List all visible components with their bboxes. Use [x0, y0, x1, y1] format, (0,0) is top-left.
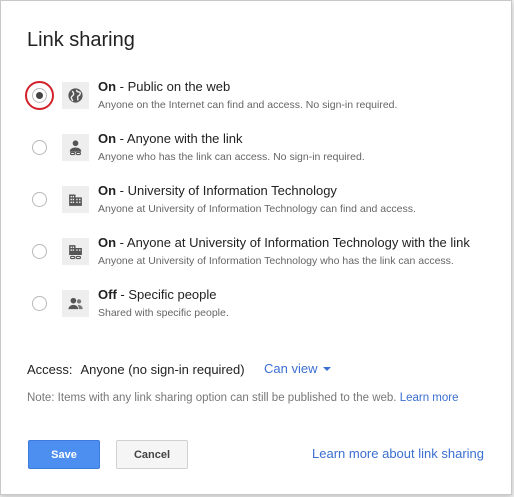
option-anyone-with-link[interactable]: On - Anyone with the link Anyone who has…	[1, 129, 513, 175]
option-status: On	[98, 183, 117, 198]
radio-university[interactable]	[32, 192, 47, 207]
option-title: Off - Specific people	[98, 287, 217, 302]
option-title: On - Anyone at University of Information…	[98, 235, 470, 250]
access-label: Access:	[27, 362, 73, 377]
note-text: Note: Items with any link sharing option…	[27, 392, 397, 404]
permission-dropdown-label: Can view	[264, 361, 318, 376]
people-icon	[62, 290, 89, 317]
option-university-with-link[interactable]: On - Anyone at University of Information…	[1, 233, 513, 279]
option-description: Anyone who has the link can access. No s…	[98, 151, 365, 163]
option-label: Specific people	[128, 287, 217, 302]
option-label: Anyone at University of Information Tech…	[126, 235, 470, 250]
access-row: Access: Anyone (no sign-in required)	[27, 362, 245, 377]
radio-anyone-with-link[interactable]	[32, 140, 47, 155]
highlight-ring	[25, 81, 54, 110]
option-title: On - Public on the web	[98, 79, 230, 94]
cancel-button[interactable]: Cancel	[116, 440, 188, 469]
option-title: On - University of Information Technolog…	[98, 183, 337, 198]
permission-dropdown[interactable]: Can view	[264, 361, 332, 376]
globe-icon	[62, 82, 89, 109]
radio-university-with-link[interactable]	[32, 244, 47, 259]
radio-specific-people[interactable]	[32, 296, 47, 311]
save-button[interactable]: Save	[28, 440, 100, 469]
option-separator: -	[116, 79, 128, 94]
option-status: On	[98, 131, 117, 146]
option-title: On - Anyone with the link	[98, 131, 243, 146]
option-description: Anyone at University of Information Tech…	[98, 255, 454, 267]
building-icon	[62, 186, 89, 213]
option-label: University of Information Technology	[127, 183, 337, 198]
option-separator: -	[116, 235, 127, 250]
caret-down-icon	[323, 367, 332, 371]
option-status: On	[98, 235, 117, 250]
learn-more-link-sharing[interactable]: Learn more about link sharing	[312, 446, 484, 461]
option-status: On	[98, 79, 117, 94]
option-description: Anyone on the Internet can find and acce…	[98, 99, 398, 111]
publish-note: Note: Items with any link sharing option…	[27, 392, 459, 404]
option-separator: -	[116, 183, 128, 198]
building-link-icon	[62, 238, 89, 265]
dialog-title: Link sharing	[27, 29, 135, 51]
option-specific-people[interactable]: Off - Specific people Shared with specif…	[1, 285, 513, 331]
link-sharing-dialog: Link sharing On - Public on the web Anyo…	[0, 0, 512, 495]
option-public-on-web[interactable]: On - Public on the web Anyone on the Int…	[1, 77, 513, 123]
option-status: Off	[98, 287, 117, 302]
option-description: Anyone at University of Information Tech…	[98, 203, 416, 215]
option-university[interactable]: On - University of Information Technolog…	[1, 181, 513, 227]
option-separator: -	[116, 131, 127, 146]
option-label: Anyone with the link	[126, 131, 243, 146]
access-value: Anyone (no sign-in required)	[80, 362, 245, 377]
person-link-icon	[62, 134, 89, 161]
option-label: Public on the web	[127, 79, 231, 94]
option-description: Shared with specific people.	[98, 307, 229, 319]
note-learn-more-link[interactable]: Learn more	[400, 392, 459, 404]
option-separator: -	[116, 287, 129, 302]
